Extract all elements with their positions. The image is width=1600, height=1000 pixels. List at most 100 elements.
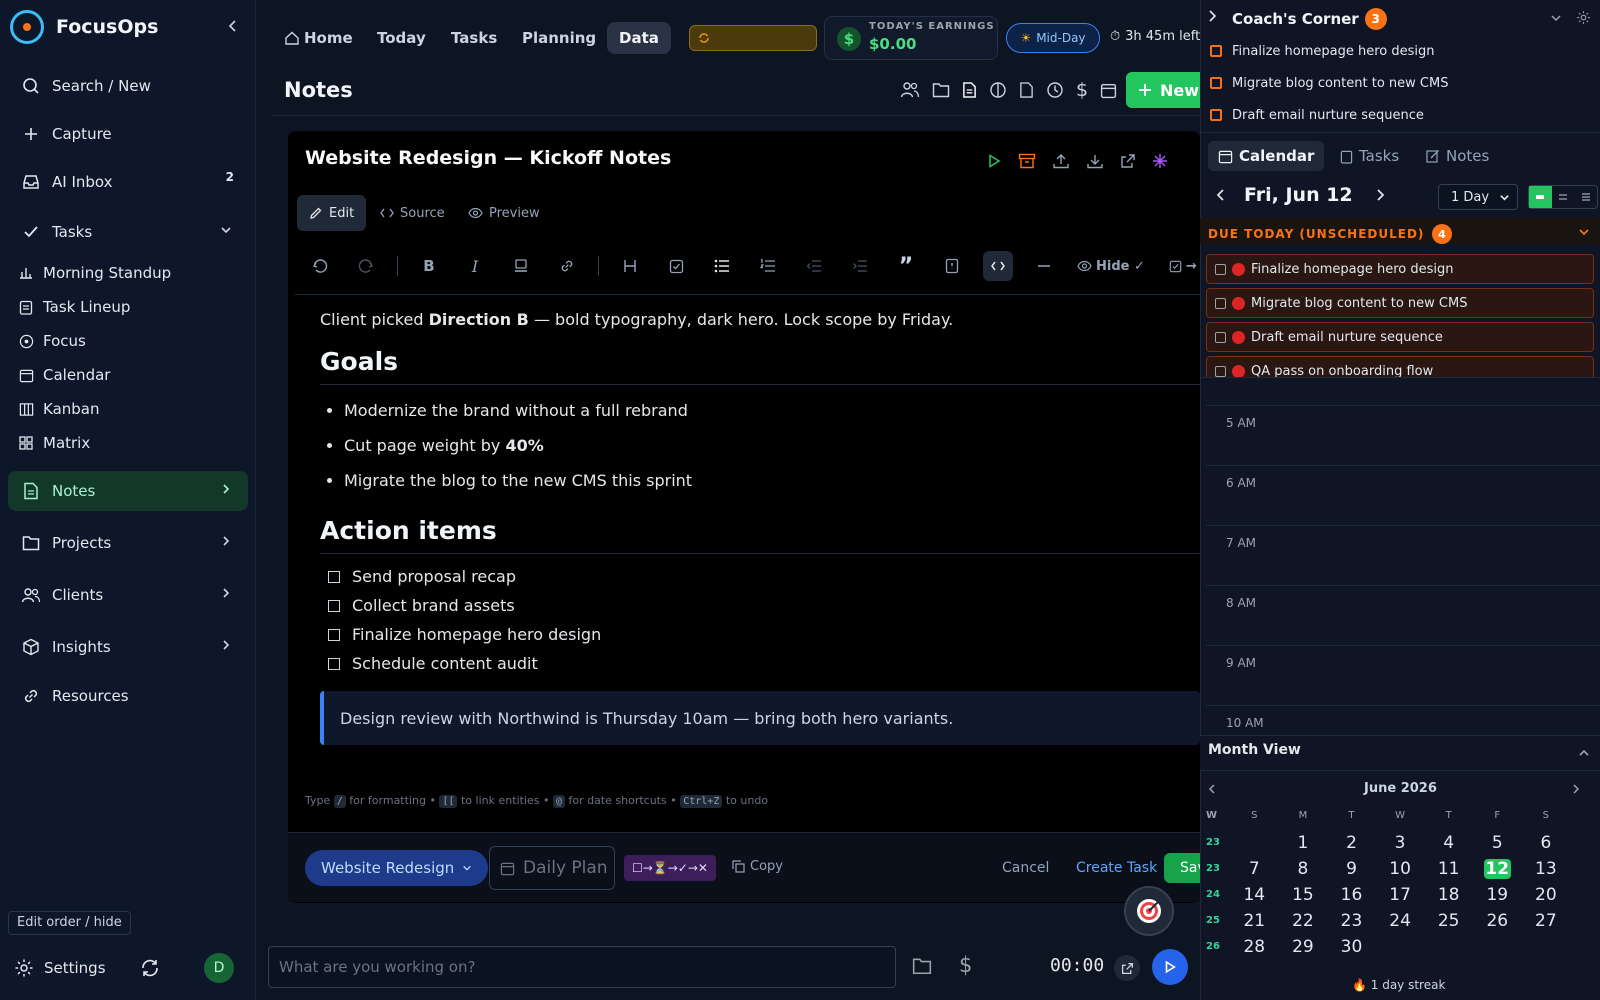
task-checkbox[interactable] bbox=[328, 570, 340, 583]
calendar-day[interactable]: 25 bbox=[1424, 911, 1473, 931]
sidebar-item-kanban[interactable]: Kanban bbox=[18, 394, 248, 424]
chevron-right-icon[interactable] bbox=[220, 639, 232, 651]
calendar-day[interactable]: 16 bbox=[1327, 885, 1376, 905]
heading-icon[interactable] bbox=[615, 251, 645, 281]
calendar-day[interactable]: 13 bbox=[1522, 859, 1571, 879]
link-icon[interactable] bbox=[552, 251, 582, 281]
sidebar-item-focus[interactable]: Focus bbox=[18, 326, 248, 356]
save-button[interactable]: Sav bbox=[1164, 853, 1206, 883]
note-icon[interactable] bbox=[962, 81, 977, 99]
task-checkbox[interactable] bbox=[1215, 331, 1226, 343]
sidebar-item-task-lineup[interactable]: Task Lineup bbox=[18, 292, 248, 322]
calendar-day[interactable]: 29 bbox=[1279, 937, 1328, 957]
refresh-icon[interactable] bbox=[139, 957, 161, 979]
folder-icon[interactable] bbox=[932, 82, 950, 98]
bold-icon[interactable]: B bbox=[414, 251, 444, 281]
calendar-day[interactable]: 20 bbox=[1522, 885, 1571, 905]
create-task-button[interactable]: Create Task bbox=[1076, 860, 1157, 876]
tab-tasks[interactable]: Tasks bbox=[451, 22, 497, 54]
expanded-view-icon[interactable] bbox=[1574, 186, 1597, 208]
calendar-day[interactable]: 27 bbox=[1522, 911, 1571, 931]
contrast-icon[interactable] bbox=[989, 81, 1007, 99]
task-checkbox[interactable] bbox=[328, 628, 340, 641]
chevron-right-icon[interactable] bbox=[220, 483, 232, 495]
calendar-day[interactable]: 9 bbox=[1327, 859, 1376, 879]
medium-view-icon[interactable] bbox=[1552, 186, 1575, 208]
range-select[interactable]: 1 Day bbox=[1438, 184, 1518, 210]
chevron-right-icon[interactable] bbox=[1572, 783, 1580, 795]
calendar-day[interactable]: 7 bbox=[1230, 859, 1279, 879]
calendar-day[interactable]: 30 bbox=[1327, 937, 1376, 957]
working-on-input[interactable]: What are you working on? bbox=[268, 946, 896, 988]
tab-home[interactable]: Home bbox=[284, 22, 353, 54]
calendar-day[interactable]: 4 bbox=[1424, 833, 1473, 853]
chevron-right-icon[interactable] bbox=[1208, 9, 1218, 23]
indent-decrease-icon[interactable] bbox=[799, 251, 829, 281]
chevron-down-icon[interactable] bbox=[1550, 12, 1562, 24]
mode-source[interactable]: Source bbox=[368, 195, 457, 231]
chevron-up-icon[interactable] bbox=[1578, 747, 1590, 759]
horizontal-rule-icon[interactable] bbox=[1029, 251, 1059, 281]
calendar-day[interactable]: 11 bbox=[1424, 859, 1473, 879]
calendar-day[interactable]: 3 bbox=[1376, 833, 1425, 853]
tab-data[interactable]: Data bbox=[607, 22, 671, 54]
due-today-header[interactable]: DUE TODAY (UNSCHEDULED) 4 bbox=[1208, 224, 1453, 244]
users-icon[interactable] bbox=[900, 81, 920, 99]
mode-preview[interactable]: Preview bbox=[456, 195, 552, 231]
quote-icon[interactable]: ” bbox=[891, 251, 921, 281]
collapse-sidebar-icon[interactable] bbox=[226, 19, 240, 33]
start-timer-button[interactable] bbox=[1152, 949, 1188, 985]
task-checkbox[interactable] bbox=[1210, 45, 1222, 57]
italic-icon[interactable]: I bbox=[460, 251, 490, 281]
hour-row[interactable]: 6 AM bbox=[1206, 465, 1600, 525]
task-checkbox[interactable] bbox=[328, 657, 340, 670]
sidebar-item-notes[interactable]: Notes bbox=[8, 471, 248, 511]
new-note-button[interactable]: New bbox=[1126, 72, 1206, 108]
copy-button[interactable]: Copy bbox=[732, 859, 783, 874]
hour-row[interactable]: 8 AM bbox=[1206, 585, 1600, 645]
note-content[interactable]: Client picked Direction B — bold typogra… bbox=[320, 305, 1200, 745]
callout-icon[interactable] bbox=[937, 251, 967, 281]
chevron-right-icon[interactable] bbox=[220, 587, 232, 599]
sidebar-item-ai-inbox[interactable]: AI Inbox 2 bbox=[8, 162, 248, 202]
daily-plan-field[interactable]: Daily Plan bbox=[489, 846, 615, 890]
task-checkbox[interactable] bbox=[1215, 263, 1226, 275]
coach-item[interactable]: Draft email nurture sequence bbox=[1210, 104, 1424, 126]
undo-icon[interactable] bbox=[305, 251, 335, 281]
calendar-day[interactable]: 18 bbox=[1424, 885, 1473, 905]
task-checkbox[interactable] bbox=[1210, 77, 1222, 89]
settings-button[interactable]: Settings bbox=[14, 953, 106, 983]
calendar-day[interactable]: 8 bbox=[1279, 859, 1328, 879]
tab-today[interactable]: Today bbox=[377, 22, 426, 54]
day-phase-badge[interactable]: ☀ Mid-Day bbox=[1006, 23, 1100, 53]
coach-item[interactable]: Migrate blog content to new CMS bbox=[1210, 72, 1448, 94]
sidebar-item-insights[interactable]: Insights bbox=[8, 627, 248, 667]
chevron-right-icon[interactable] bbox=[1375, 188, 1385, 202]
sidebar-item-calendar[interactable]: Calendar bbox=[18, 360, 248, 390]
sync-status-box[interactable] bbox=[689, 25, 817, 51]
sidebar-item-morning-standup[interactable]: Morning Standup bbox=[18, 258, 248, 288]
hour-row[interactable]: 5 AM bbox=[1206, 405, 1600, 465]
clock-icon[interactable] bbox=[1046, 81, 1064, 99]
indent-increase-icon[interactable] bbox=[845, 251, 875, 281]
hour-row[interactable]: 9 AM bbox=[1206, 645, 1600, 705]
dollar-icon[interactable]: $ bbox=[959, 953, 972, 977]
upload-icon[interactable] bbox=[1052, 153, 1070, 169]
avatar[interactable]: D bbox=[204, 953, 234, 983]
calendar-day[interactable]: 10 bbox=[1376, 859, 1425, 879]
calendar-day[interactable]: 6 bbox=[1522, 833, 1571, 853]
calendar-day[interactable]: 14 bbox=[1230, 885, 1279, 905]
document-icon[interactable] bbox=[1019, 81, 1034, 99]
due-item[interactable]: QA pass on onboarding flow bbox=[1206, 356, 1594, 377]
sparkle-icon[interactable] bbox=[1152, 153, 1168, 169]
tab-calendar[interactable]: Calendar bbox=[1208, 141, 1325, 171]
task-checkbox[interactable] bbox=[1215, 365, 1226, 377]
code-block-icon[interactable] bbox=[983, 251, 1013, 281]
project-selector[interactable]: Website Redesign bbox=[305, 850, 489, 886]
tab-notes[interactable]: Notes bbox=[1416, 141, 1499, 171]
sidebar-item-tasks[interactable]: Tasks bbox=[8, 212, 248, 252]
hour-row[interactable]: 7 AM bbox=[1206, 525, 1600, 585]
chevron-left-icon[interactable] bbox=[1208, 783, 1216, 795]
gear-icon[interactable] bbox=[1576, 10, 1591, 25]
edit-order-button[interactable]: Edit order / hide bbox=[8, 911, 131, 935]
